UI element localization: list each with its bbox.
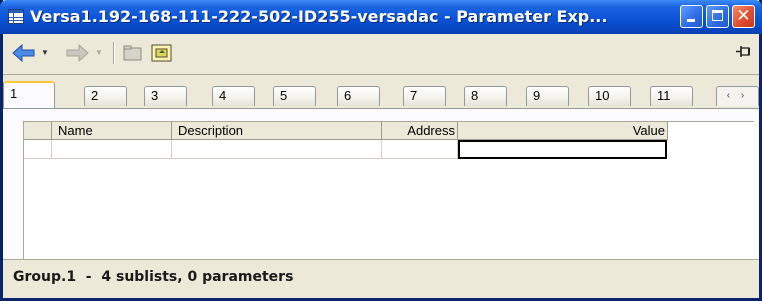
tab-label: 10 bbox=[595, 88, 610, 103]
tab-7[interactable]: 7 bbox=[403, 86, 446, 106]
tab-2[interactable]: 2 bbox=[84, 86, 127, 106]
status-text: Group.1 - 4 sublists, 0 parameters bbox=[13, 269, 294, 285]
toolbar-divider bbox=[3, 74, 759, 75]
column-header-name[interactable]: Name bbox=[52, 122, 172, 140]
row-header-corner bbox=[24, 122, 52, 140]
back-arrow-icon[interactable] bbox=[11, 42, 37, 64]
column-header-description[interactable]: Description bbox=[172, 122, 382, 140]
forward-dropdown-icon[interactable]: ▼ bbox=[95, 48, 103, 57]
tab-label: 5 bbox=[280, 88, 288, 103]
column-header-label: Description bbox=[178, 123, 244, 138]
tab-1[interactable]: 1 bbox=[3, 81, 55, 108]
minimize-icon bbox=[687, 19, 695, 22]
tab-4[interactable]: 4 bbox=[212, 86, 255, 106]
maximize-button[interactable] bbox=[706, 5, 729, 28]
tab-8[interactable]: 8 bbox=[464, 86, 507, 106]
parameter-pane: Name Description Address Value bbox=[3, 108, 759, 261]
row-selector[interactable] bbox=[24, 140, 52, 159]
maximize-icon bbox=[712, 10, 723, 21]
parameter-explorer-window: Versa1.192-168-111-222-502-ID255-versada… bbox=[0, 0, 762, 301]
close-icon: ✕ bbox=[736, 6, 751, 26]
column-header-label: Name bbox=[58, 123, 93, 138]
pin-icon[interactable] bbox=[735, 44, 753, 60]
forward-arrow-icon[interactable] bbox=[64, 42, 90, 64]
toolbar-separator bbox=[113, 42, 115, 64]
value-cell[interactable] bbox=[458, 140, 667, 159]
open-folder-icon[interactable] bbox=[151, 42, 173, 64]
name-cell[interactable] bbox=[52, 140, 172, 159]
tab-label: 3 bbox=[151, 88, 159, 103]
tab-9[interactable]: 9 bbox=[526, 86, 569, 106]
column-header-value[interactable]: Value bbox=[458, 122, 668, 140]
tab-label: 9 bbox=[533, 88, 541, 103]
tab-10[interactable]: 10 bbox=[588, 86, 631, 106]
tab-6[interactable]: 6 bbox=[337, 86, 380, 106]
column-header-label: Address bbox=[407, 123, 455, 138]
tab-3[interactable]: 3 bbox=[144, 86, 187, 106]
status-bar: Group.1 - 4 sublists, 0 parameters bbox=[3, 259, 759, 298]
address-cell[interactable] bbox=[382, 140, 458, 159]
folder-icon[interactable] bbox=[123, 42, 143, 64]
toolbar: ▼ ▼ bbox=[3, 34, 759, 78]
back-dropdown-icon[interactable]: ▼ bbox=[41, 48, 49, 57]
minimize-button[interactable] bbox=[680, 5, 703, 28]
description-cell[interactable] bbox=[172, 140, 382, 159]
tab-strip: 1 2 3 4 5 6 7 8 9 10 11 ‹ › bbox=[3, 78, 759, 108]
close-button[interactable]: ✕ bbox=[732, 5, 755, 28]
tab-label: 2 bbox=[91, 88, 99, 103]
tab-label: 11 bbox=[657, 88, 671, 103]
tab-11[interactable]: 11 bbox=[650, 86, 693, 106]
title-bar[interactable]: Versa1.192-168-111-222-502-ID255-versada… bbox=[0, 0, 762, 34]
tab-scroll-buttons[interactable]: ‹ › bbox=[716, 86, 759, 106]
tab-label: 7 bbox=[410, 88, 418, 103]
tab-label: 6 bbox=[344, 88, 352, 103]
tab-label: 4 bbox=[219, 88, 227, 103]
column-header-label: Value bbox=[632, 123, 665, 138]
window-title: Versa1.192-168-111-222-502-ID255-versada… bbox=[30, 7, 608, 26]
column-header-address[interactable]: Address bbox=[382, 122, 458, 140]
tab-5[interactable]: 5 bbox=[273, 86, 316, 106]
tab-label: 8 bbox=[471, 88, 479, 103]
tab-label: 1 bbox=[10, 86, 18, 101]
table-icon bbox=[8, 9, 24, 24]
